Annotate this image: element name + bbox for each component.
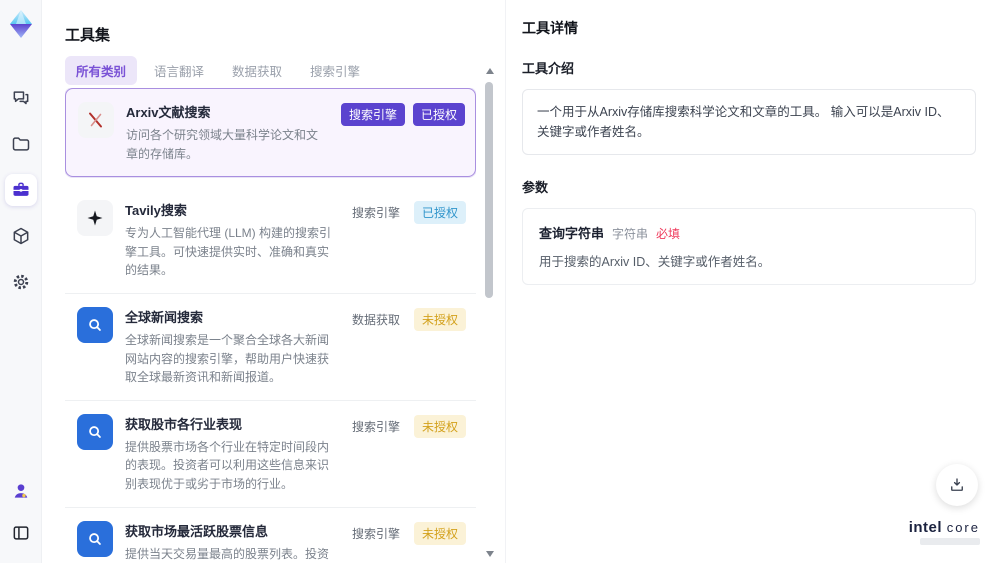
intro-text: 一个用于从Arxiv存储库搜索科学论文和文章的工具。 输入可以是Arxiv ID…: [522, 89, 976, 155]
category-badge: 搜索引擎: [351, 419, 400, 434]
page-title: 工具集: [65, 27, 111, 44]
toolbox-icon[interactable]: [4, 174, 37, 206]
panel-toggle-icon[interactable]: [5, 517, 37, 549]
settings-icon[interactable]: [5, 266, 37, 298]
auth-status-badge: 未授权: [413, 307, 466, 331]
tool-card-most-active-stocks[interactable]: 获取市场最活跃股票信息 提供当天交易量最高的股票列表。投资者可以利用这些信息来识…: [65, 507, 476, 563]
auth-status-badge: 已授权: [412, 103, 465, 126]
tool-desc: 专为人工智能代理 (LLM) 构建的搜索引擎工具。可快速提供实时、准确和真实的结…: [125, 226, 332, 278]
tool-card-tavily[interactable]: Tavily搜索 专为人工智能代理 (LLM) 构建的搜索引擎工具。可快速提供实…: [65, 187, 476, 294]
intro-heading: 工具介绍: [522, 61, 575, 76]
rail-bottom: [5, 475, 37, 549]
tool-desc: 访问各个研究领域大量科学论文和文章的存储库。: [126, 128, 319, 161]
tool-desc: 全球新闻搜索是一个聚合全球各大新闻网站内容的搜索引擎，帮助用户快速获取全球最新资…: [125, 332, 330, 385]
auth-status-badge: 未授权: [413, 521, 466, 545]
tool-desc: 提供股票市场各个行业在特定时间段内的表现。投资者可以利用这些信息来识别表现优于或…: [125, 439, 330, 491]
intel-logo-sub-mark: [920, 538, 980, 545]
category-badge: 搜索引擎: [351, 526, 400, 541]
tool-detail-panel: 工具详情 工具介绍 一个用于从Arxiv存储库搜索科学论文和文章的工具。 输入可…: [505, 0, 1000, 563]
category-tabs: 所有类别 语言翻译 数据获取 搜索引擎: [65, 56, 371, 85]
tool-card-sector-performance[interactable]: 获取股市各行业表现 提供股票市场各个行业在特定时间段内的表现。投资者可以利用这些…: [65, 400, 476, 508]
category-badge: 搜索引擎: [351, 206, 400, 221]
auth-status-badge: 未授权: [413, 414, 466, 438]
category-badge: 搜索引擎: [340, 103, 405, 126]
category-badge: 数据获取: [351, 312, 400, 327]
auth-status-badge: 已授权: [413, 201, 466, 225]
param-name: 查询字符串: [539, 226, 605, 241]
stock-search-icon: [77, 520, 113, 557]
list-scrollbar[interactable]: [484, 68, 494, 557]
core-brand-text: core: [946, 520, 980, 535]
avatar-icon[interactable]: [5, 475, 37, 507]
param-item: 查询字符串 字符串 必填 用于搜索的Arxiv ID、关键字或作者姓名。: [522, 208, 976, 285]
intel-brand-text: intel: [908, 519, 943, 536]
tool-desc: 提供当天交易量最高的股票列表。投资者可以利用这些信息来识别流动性强的股票和潜在的…: [125, 546, 330, 561]
tool-name: Arxiv文献搜索: [126, 105, 211, 120]
tab-data-acquisition[interactable]: 数据获取: [221, 56, 293, 85]
scroll-up-arrow-icon[interactable]: [486, 68, 494, 74]
param-required-flag: 必填: [656, 227, 681, 241]
chat-icon[interactable]: [5, 82, 37, 114]
intel-core-logo: intel core: [909, 519, 980, 545]
folder-icon[interactable]: [5, 128, 37, 160]
tool-name: 获取股市各行业表现: [125, 416, 243, 432]
tool-list: Arxiv文献搜索 访问各个研究领域大量科学论文和文章的存储库。 搜索引擎 已授…: [65, 88, 476, 563]
tavily-star-icon: [77, 200, 113, 237]
news-search-icon: [77, 306, 113, 343]
tool-name: Tavily搜索: [125, 203, 187, 219]
scrollbar-thumb[interactable]: [485, 82, 493, 298]
toolset-panel: 工具集 所有类别 语言翻译 数据获取 搜索引擎 Arxiv文献搜索 访问各个研究…: [42, 0, 502, 563]
app-logo-icon: [6, 8, 36, 40]
tab-search-engine[interactable]: 搜索引擎: [299, 56, 371, 85]
cube-icon[interactable]: [5, 220, 37, 252]
tool-name: 全球新闻搜索: [125, 309, 204, 325]
arxiv-icon: [78, 102, 114, 138]
download-button[interactable]: [936, 464, 978, 506]
param-desc: 用于搜索的Arxiv ID、关键字或作者姓名。: [539, 255, 771, 269]
stock-search-icon: [77, 413, 113, 450]
params-heading: 参数: [522, 180, 549, 195]
tab-language-translation[interactable]: 语言翻译: [143, 56, 215, 85]
scroll-down-arrow-icon[interactable]: [486, 551, 494, 557]
param-type: 字符串: [612, 227, 649, 241]
tool-card-arxiv[interactable]: Arxiv文献搜索 访问各个研究领域大量科学论文和文章的存储库。 搜索引擎 已授…: [65, 88, 476, 178]
rail-nav: [4, 82, 37, 298]
download-icon: [951, 478, 963, 491]
detail-title: 工具详情: [522, 20, 578, 36]
tab-all-categories[interactable]: 所有类别: [65, 56, 138, 85]
tool-name: 获取市场最活跃股票信息: [125, 523, 269, 539]
tool-card-global-news[interactable]: 全球新闻搜索 全球新闻搜索是一个聚合全球各大新闻网站内容的搜索引擎，帮助用户快速…: [65, 293, 476, 401]
icon-rail: [0, 0, 42, 563]
